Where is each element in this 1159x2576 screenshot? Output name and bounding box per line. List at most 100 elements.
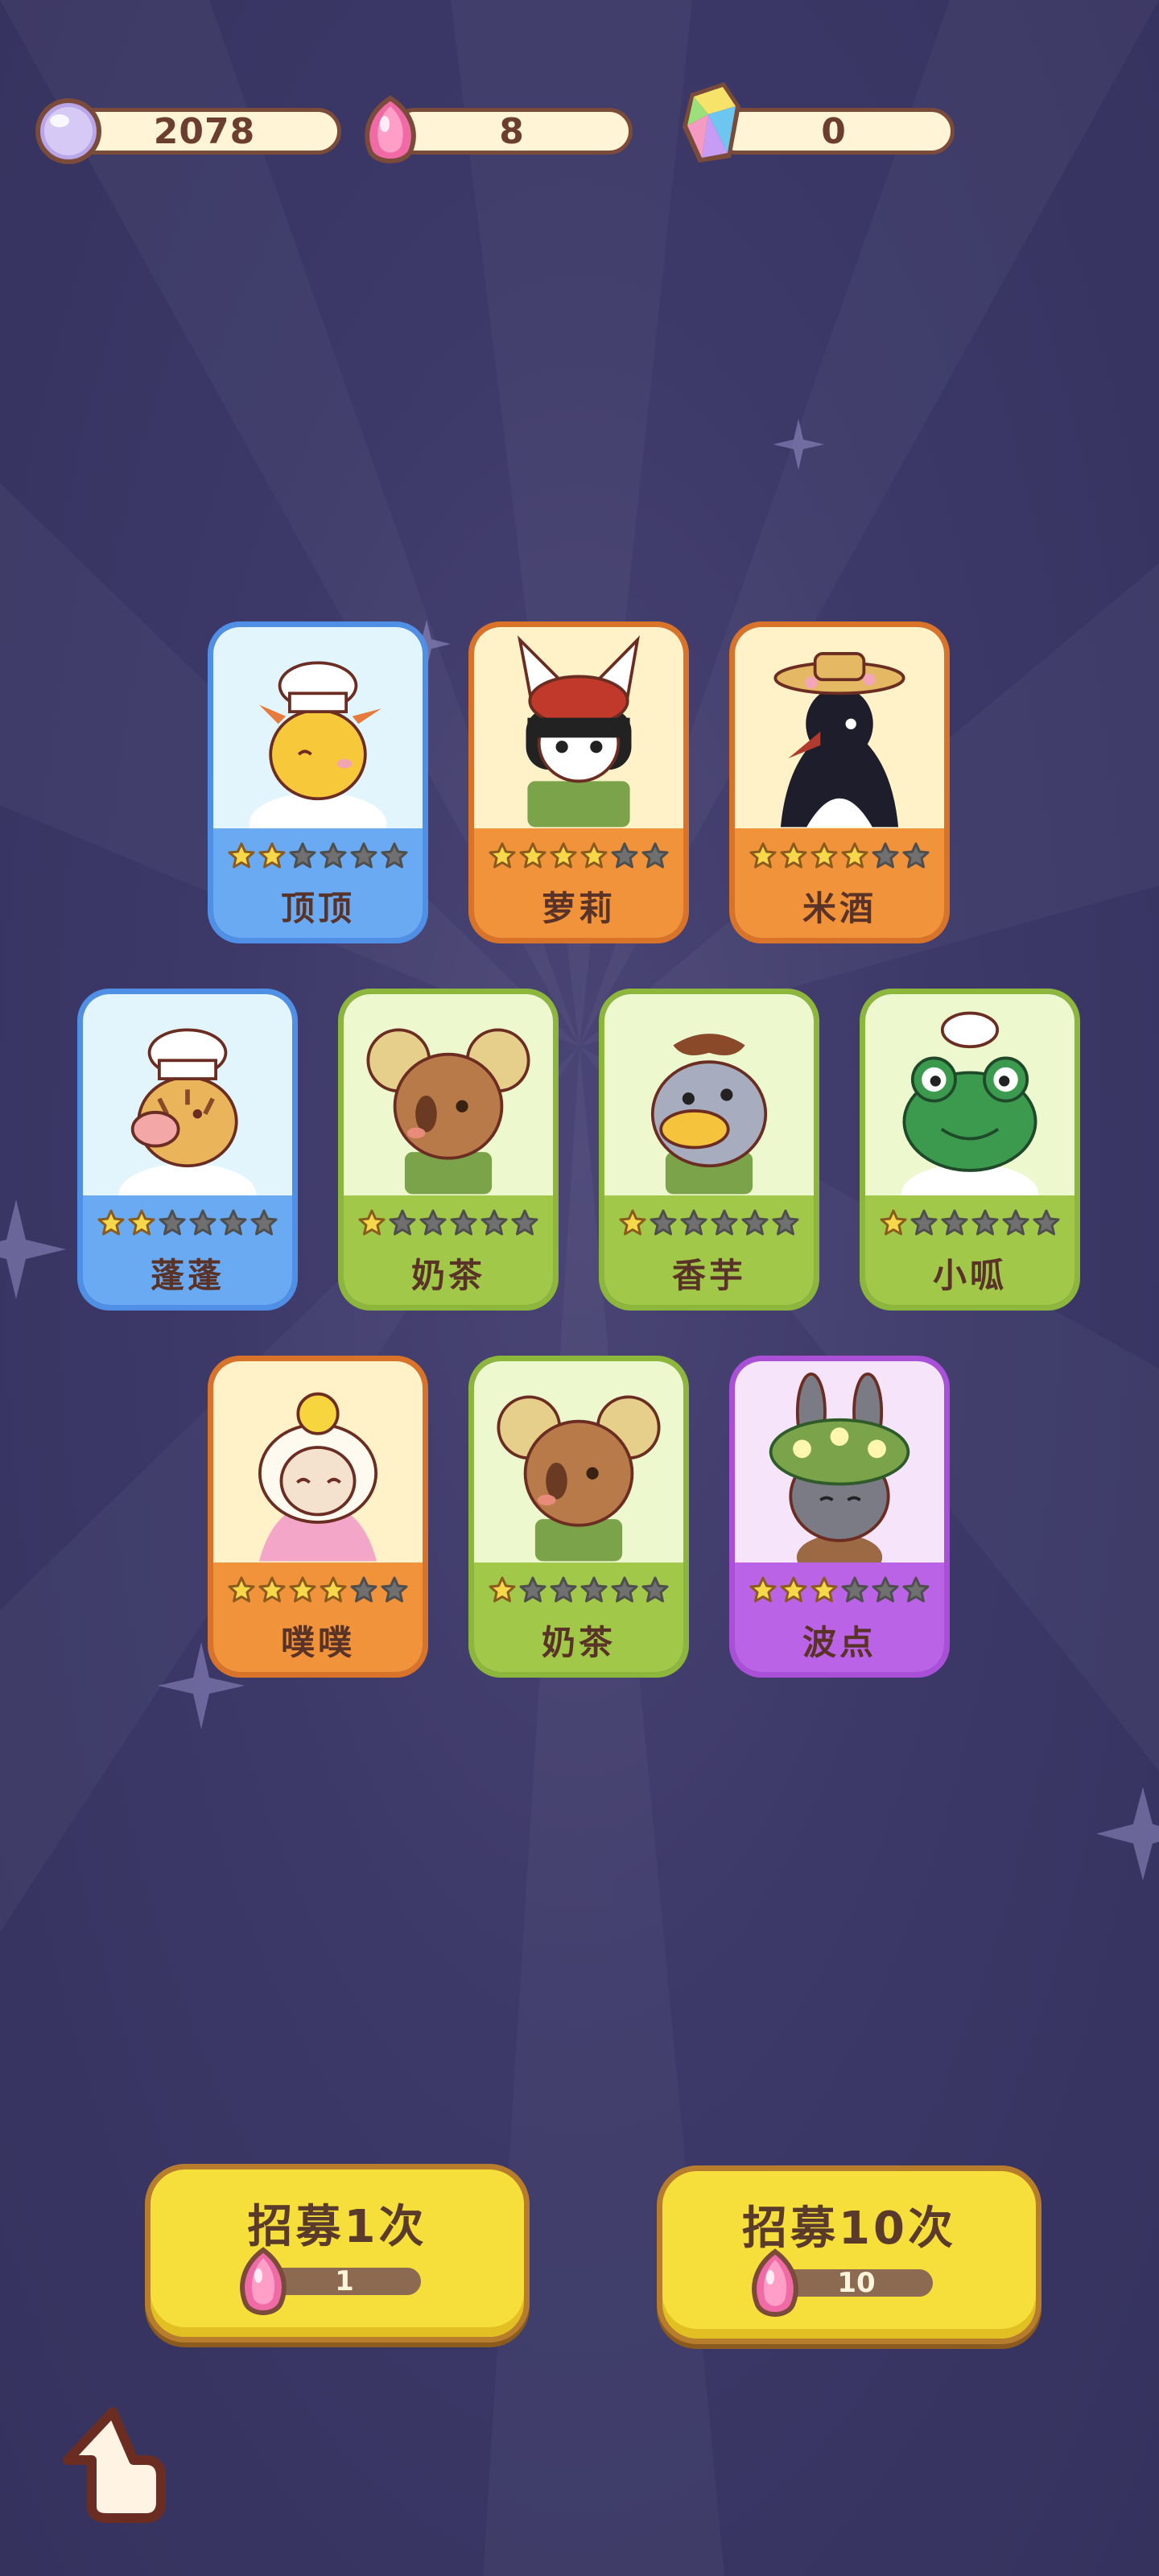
star-rating [865,1208,1074,1237]
character-card[interactable]: 米酒 [729,621,950,943]
star-rating [474,1575,683,1604]
filled-star-icon [358,1209,386,1236]
empty-star-icon [772,1209,799,1236]
empty-star-icon [350,842,377,869]
rainbow-crystal-icon [683,82,740,163]
pig-chef-portrait [83,994,292,1195]
filled-star-icon [258,842,286,869]
empty-star-icon [902,1576,930,1603]
koala-portrait [344,994,553,1195]
empty-star-icon [511,1209,538,1236]
star-rating [474,841,683,870]
character-card[interactable]: 顶顶 [208,621,428,943]
filled-star-icon [320,1576,347,1603]
empty-star-icon [350,1576,377,1603]
empty-star-icon [289,842,316,869]
empty-star-icon [189,1209,217,1236]
empty-star-icon [971,1209,999,1236]
star-rating [213,1575,423,1604]
card-footer: 米酒 [735,828,944,938]
fox-girl-portrait [474,627,683,828]
filled-star-icon [619,1209,646,1236]
empty-star-icon [680,1209,707,1236]
card-footer: 噗噗 [213,1563,423,1672]
recruit-once-button[interactable]: 招募1次 1 [145,2164,530,2343]
empty-star-icon [220,1209,247,1236]
empty-star-icon [641,842,669,869]
empty-star-icon [872,1576,899,1603]
character-card[interactable]: 奶茶 [468,1356,689,1678]
empty-star-icon [910,1209,938,1236]
frog-chef-portrait [865,994,1074,1195]
star-rating [344,1208,553,1237]
filled-star-icon [489,1576,516,1603]
deer-chef-portrait [213,627,423,828]
filled-star-icon [780,1576,807,1603]
filled-star-icon [97,1209,125,1236]
empty-star-icon [741,1209,769,1236]
character-name: 蓬蓬 [150,1256,225,1295]
character-card[interactable]: 奶茶 [338,989,559,1311]
filled-star-icon [749,842,777,869]
pink-gem-icon [752,2248,798,2317]
empty-star-icon [381,1576,408,1603]
character-name: 小呱 [932,1256,1007,1295]
empty-star-icon [650,1209,677,1236]
sheep-portrait [213,1361,423,1563]
duck-portrait [604,994,814,1195]
empty-star-icon [159,1209,186,1236]
card-footer: 顶顶 [213,828,423,938]
crystal-amount: 0 [713,108,955,155]
crystal-counter: 0 [674,82,956,167]
pearl-icon [35,98,101,164]
empty-star-icon [611,1576,638,1603]
gem-counter: 8 [354,95,636,167]
card-footer: 蓬蓬 [83,1195,292,1305]
filled-star-icon [489,842,516,869]
filled-star-icon [128,1209,155,1236]
card-footer: 波点 [735,1563,944,1672]
empty-star-icon [902,842,930,869]
pink-gem-icon [240,2247,287,2315]
filled-star-icon [841,842,868,869]
empty-star-icon [872,842,899,869]
character-card[interactable]: 小呱 [860,989,1080,1311]
koala-portrait [474,1361,683,1563]
empty-star-icon [580,1576,608,1603]
character-name: 米酒 [802,889,876,928]
back-arrow-icon[interactable] [56,2404,169,2524]
empty-star-icon [381,842,408,869]
recruit-ten-button[interactable]: 招募10次 10 [657,2165,1041,2344]
pearl-counter: 2078 [32,95,341,167]
character-name: 顶顶 [280,889,355,928]
filled-star-icon [258,1576,286,1603]
character-name: 奶茶 [541,1623,616,1662]
character-name: 波点 [802,1623,876,1662]
character-card[interactable]: 波点 [729,1356,950,1678]
recruit-ten-label: 招募10次 [742,2202,956,2255]
recruit-once-label: 招募1次 [247,2201,427,2253]
character-card[interactable]: 蓬蓬 [77,989,298,1311]
character-name: 香芋 [671,1256,746,1295]
filled-star-icon [749,1576,777,1603]
star-rating [735,1575,944,1604]
character-card[interactable]: 萝莉 [468,621,689,943]
empty-star-icon [419,1209,447,1236]
card-footer: 奶茶 [344,1195,553,1305]
filled-star-icon [289,1576,316,1603]
character-card[interactable]: 噗噗 [208,1356,428,1678]
empty-star-icon [250,1209,278,1236]
pink-gem-icon [365,95,416,163]
empty-star-icon [611,842,638,869]
filled-star-icon [228,842,255,869]
filled-star-icon [810,1576,838,1603]
empty-star-icon [841,1576,868,1603]
card-footer: 小呱 [865,1195,1074,1305]
gem-amount: 8 [391,108,633,155]
character-card[interactable]: 香芋 [599,989,819,1311]
penguin-hat-portrait [735,627,944,828]
empty-star-icon [711,1209,738,1236]
filled-star-icon [780,842,807,869]
star-rating [604,1208,814,1237]
card-footer: 奶茶 [474,1563,683,1672]
